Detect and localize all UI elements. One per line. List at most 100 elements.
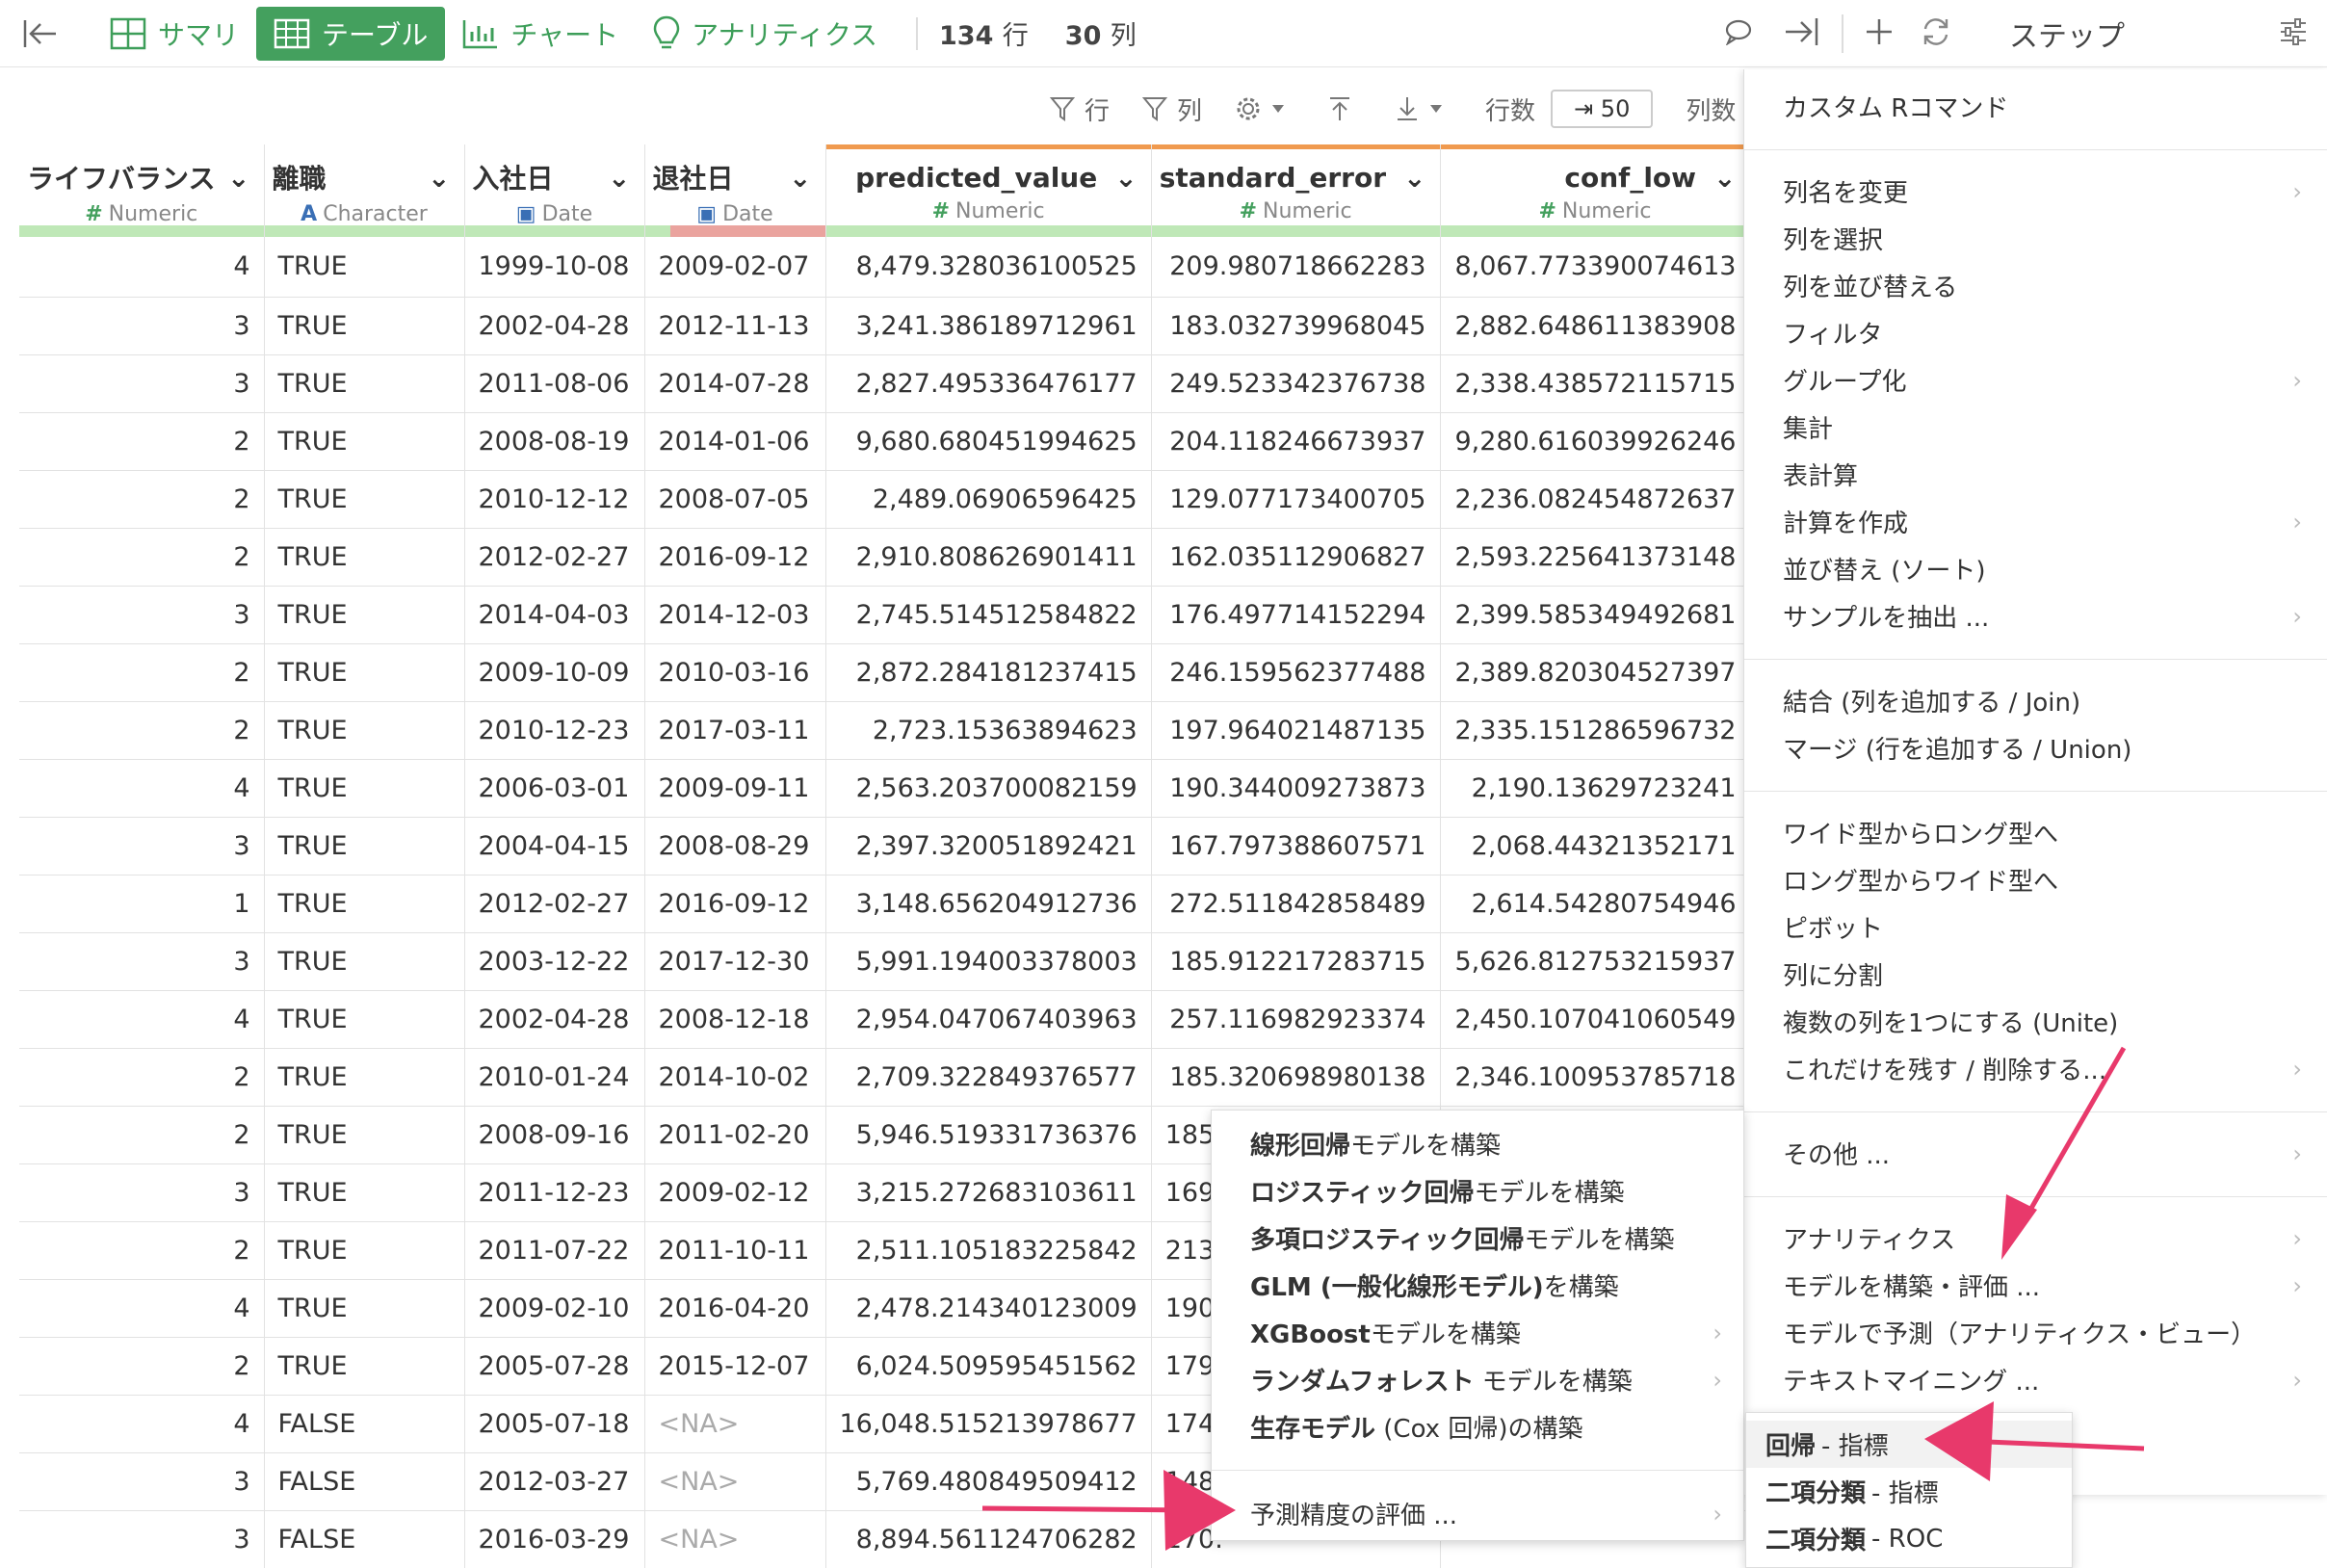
table-cell[interactable]: 2,614.54280754946 bbox=[1440, 875, 1751, 933]
view-chart-button[interactable]: チャート bbox=[445, 7, 636, 61]
table-cell[interactable]: 2004-04-15 bbox=[464, 817, 645, 875]
column-header[interactable]: 離職 ⌄ A Character bbox=[264, 144, 465, 237]
table-cell[interactable]: 2012-11-13 bbox=[644, 297, 826, 355]
menu-item[interactable]: アナリティクス › bbox=[1744, 1215, 2327, 1262]
table-cell[interactable]: TRUE bbox=[264, 1279, 465, 1338]
table-cell[interactable]: 2006-03-01 bbox=[464, 759, 645, 818]
table-cell[interactable]: 2,882.648611383908 bbox=[1440, 297, 1751, 355]
table-cell[interactable]: 8,894.561124706282 bbox=[825, 1510, 1152, 1568]
table-row[interactable]: 2 TRUE 2008-08-19 2014-01-06 9,680.680451994… bbox=[19, 412, 1751, 471]
menu-item[interactable]: 表計算 bbox=[1744, 451, 2327, 498]
view-table-button[interactable]: テーブル bbox=[256, 6, 446, 61]
menu-item-model[interactable]: GLM (一般化線形モデル)を構築 bbox=[1212, 1262, 1743, 1309]
table-cell[interactable]: 8,479.328036100525 bbox=[825, 237, 1152, 298]
comment-button[interactable] bbox=[1709, 18, 1768, 49]
table-cell[interactable]: TRUE bbox=[264, 1163, 465, 1222]
chevron-down-icon[interactable]: ⌄ bbox=[608, 162, 630, 194]
table-cell[interactable]: 2011-07-22 bbox=[464, 1221, 645, 1280]
table-cell[interactable]: 2014-12-03 bbox=[644, 586, 826, 644]
table-cell[interactable]: TRUE bbox=[264, 990, 465, 1049]
table-cell[interactable]: 2003-12-22 bbox=[464, 932, 645, 991]
table-cell[interactable]: 2008-08-29 bbox=[644, 817, 826, 875]
table-cell[interactable]: 2,236.082454872637 bbox=[1440, 470, 1751, 529]
table-cell[interactable]: 2015-12-07 bbox=[644, 1337, 826, 1396]
table-cell[interactable]: 9,680.680451994625 bbox=[825, 412, 1152, 471]
table-cell[interactable]: 2011-02-20 bbox=[644, 1106, 826, 1164]
table-cell[interactable]: TRUE bbox=[264, 470, 465, 529]
table-cell[interactable]: TRUE bbox=[264, 354, 465, 413]
view-summary-button[interactable]: サマリ bbox=[92, 7, 256, 61]
table-cell[interactable]: 3,148.656204912736 bbox=[825, 875, 1152, 933]
menu-item[interactable]: ワイド型からロング型へ bbox=[1744, 809, 2327, 856]
table-cell[interactable]: 2,872.284181237415 bbox=[825, 643, 1152, 702]
table-cell[interactable]: 185.912217283715 bbox=[1151, 932, 1441, 991]
table-cell[interactable]: 3 bbox=[19, 586, 265, 644]
refresh-button[interactable] bbox=[1907, 16, 2009, 51]
table-cell[interactable]: 2,511.105183225842 bbox=[825, 1221, 1152, 1280]
table-cell[interactable]: FALSE bbox=[264, 1452, 465, 1511]
table-row[interactable]: 2 TRUE 2012-02-27 2016-09-12 2,910.808626901… bbox=[19, 528, 1751, 587]
table-cell[interactable]: 4 bbox=[19, 990, 265, 1049]
table-cell[interactable]: 2009-02-12 bbox=[644, 1163, 826, 1222]
menu-item-model[interactable]: 線形回帰モデルを構築 bbox=[1212, 1120, 1743, 1167]
table-cell[interactable]: 185.320698980138 bbox=[1151, 1048, 1441, 1107]
table-cell[interactable]: 2,593.225641373148 bbox=[1440, 528, 1751, 587]
menu-item[interactable]: 集計 bbox=[1744, 404, 2327, 451]
table-cell[interactable]: TRUE bbox=[264, 237, 465, 298]
table-cell[interactable]: 129.077173400705 bbox=[1151, 470, 1441, 529]
table-cell[interactable]: 197.964021487135 bbox=[1151, 701, 1441, 760]
table-cell[interactable]: 5,626.812753215937 bbox=[1440, 932, 1751, 991]
table-row[interactable]: 3 TRUE 2004-04-15 2008-08-29 2,397.320051892… bbox=[19, 817, 1751, 875]
table-row[interactable]: 2 TRUE 2010-12-12 2008-07-05 2,489.069065964… bbox=[19, 470, 1751, 529]
table-cell[interactable]: 257.116982923374 bbox=[1151, 990, 1441, 1049]
menu-item[interactable]: 並び替え (ソート) bbox=[1744, 545, 2327, 592]
table-cell[interactable]: 3 bbox=[19, 1510, 265, 1568]
table-cell[interactable]: 2,346.100953785718 bbox=[1440, 1048, 1751, 1107]
table-cell[interactable]: 2016-09-12 bbox=[644, 528, 826, 587]
table-cell[interactable]: 8,067.773390074613 bbox=[1440, 237, 1751, 298]
table-cell[interactable]: 2,723.15363894623 bbox=[825, 701, 1152, 760]
table-cell[interactable]: 2012-02-27 bbox=[464, 528, 645, 587]
menu-item[interactable]: ピボット bbox=[1744, 903, 2327, 951]
table-row[interactable]: 1 TRUE 2012-02-27 2016-09-12 3,148.656204912… bbox=[19, 875, 1751, 933]
menu-item[interactable]: 結合 (列を追加する / Join) bbox=[1744, 677, 2327, 724]
table-cell[interactable]: 4 bbox=[19, 759, 265, 818]
upload-button[interactable] bbox=[1327, 95, 1362, 122]
table-cell[interactable]: 2 bbox=[19, 528, 265, 587]
table-row[interactable]: 3 TRUE 2002-04-28 2012-11-13 3,241.386189712… bbox=[19, 297, 1751, 355]
table-cell[interactable]: TRUE bbox=[264, 817, 465, 875]
table-cell[interactable]: TRUE bbox=[264, 1337, 465, 1396]
table-cell[interactable]: 2014-01-06 bbox=[644, 412, 826, 471]
table-cell[interactable]: 2010-03-16 bbox=[644, 643, 826, 702]
table-cell[interactable]: 2,910.808626901411 bbox=[825, 528, 1152, 587]
chevron-down-icon[interactable]: ⌄ bbox=[789, 162, 811, 194]
table-row[interactable]: 4 TRUE 1999-10-08 2009-02-07 8,479.328036100… bbox=[19, 237, 1751, 298]
table-cell[interactable]: 3 bbox=[19, 354, 265, 413]
table-cell[interactable]: 2016-03-29 bbox=[464, 1510, 645, 1568]
table-cell[interactable]: 5,946.519331736376 bbox=[825, 1106, 1152, 1164]
table-cell[interactable]: TRUE bbox=[264, 759, 465, 818]
menu-item[interactable]: テキストマイニング ... › bbox=[1744, 1356, 2327, 1403]
table-cell[interactable]: 2008-09-16 bbox=[464, 1106, 645, 1164]
menu-item[interactable]: 計算を作成 › bbox=[1744, 498, 2327, 545]
table-cell[interactable]: <NA> bbox=[644, 1395, 826, 1453]
collapse-left-button[interactable] bbox=[0, 7, 92, 61]
table-cell[interactable]: 6,024.509595451562 bbox=[825, 1337, 1152, 1396]
table-cell[interactable]: 2,389.820304527397 bbox=[1440, 643, 1751, 702]
table-cell[interactable]: 3 bbox=[19, 932, 265, 991]
table-cell[interactable]: 2 bbox=[19, 643, 265, 702]
table-cell[interactable]: 2002-04-28 bbox=[464, 297, 645, 355]
table-row[interactable]: 4 TRUE 2002-04-28 2008-12-18 2,954.047067403… bbox=[19, 990, 1751, 1049]
table-cell[interactable]: 2,335.151286596732 bbox=[1440, 701, 1751, 760]
column-filter-button[interactable]: 列 bbox=[1142, 91, 1202, 127]
table-cell[interactable]: 2 bbox=[19, 1337, 265, 1396]
table-cell[interactable]: 3 bbox=[19, 297, 265, 355]
table-cell[interactable]: <NA> bbox=[644, 1452, 826, 1511]
table-cell[interactable]: TRUE bbox=[264, 297, 465, 355]
table-cell[interactable]: 2017-03-11 bbox=[644, 701, 826, 760]
menu-item-model[interactable]: XGBoostモデルを構築 › bbox=[1212, 1309, 1743, 1356]
menu-item[interactable]: マージ (行を追加する / Union) bbox=[1744, 724, 2327, 771]
table-cell[interactable]: 2014-10-02 bbox=[644, 1048, 826, 1107]
table-cell[interactable]: 1999-10-08 bbox=[464, 237, 645, 298]
table-cell[interactable]: TRUE bbox=[264, 412, 465, 471]
